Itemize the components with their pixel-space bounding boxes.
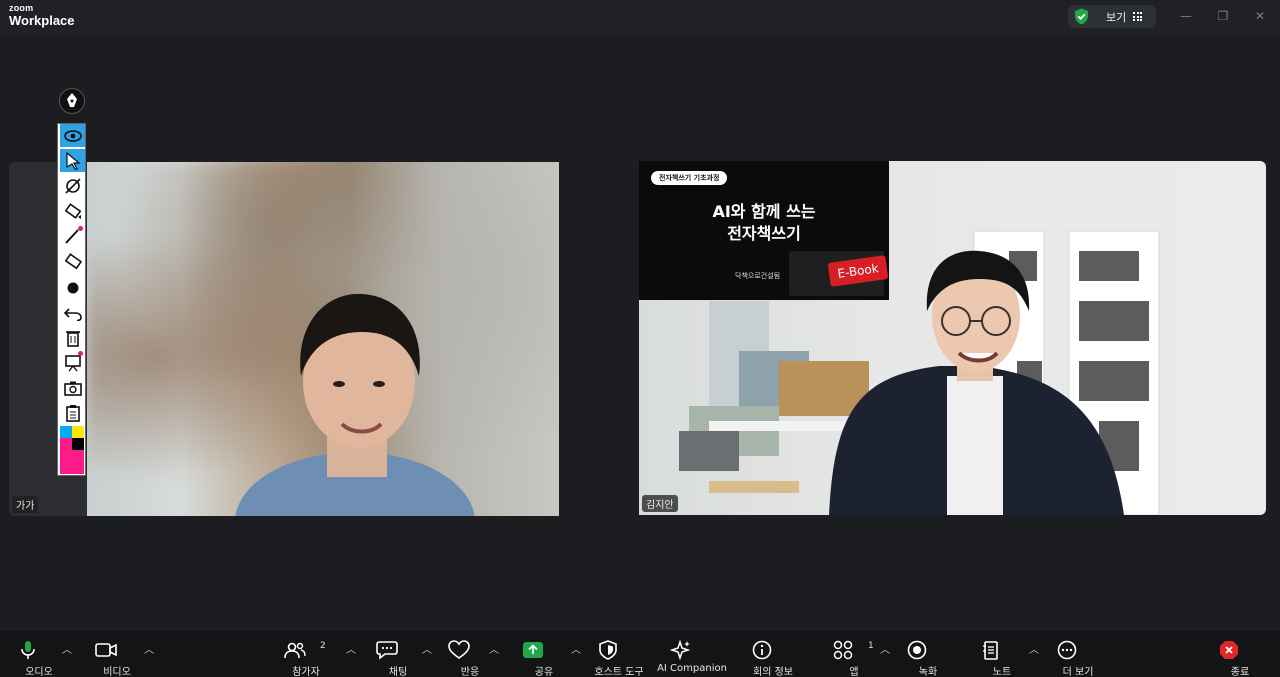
- select-tool[interactable]: [60, 149, 85, 172]
- view-button[interactable]: 보기: [1068, 5, 1156, 28]
- more-icon: [1056, 640, 1078, 660]
- annotation-tools-panel: [57, 123, 86, 476]
- meeting-info-label: 회의 정보: [753, 667, 793, 677]
- restore-button[interactable]: ❐: [1213, 6, 1233, 26]
- end-label: 종료: [1230, 667, 1250, 677]
- arrow-icon: [65, 151, 81, 170]
- video-label: 비디오: [103, 667, 131, 677]
- banner-title-line-2: 전자책쓰기: [727, 224, 801, 243]
- logo-bottom-text: Workplace: [9, 13, 75, 28]
- banner-badge: 전자책쓰기 기초과정: [651, 171, 728, 185]
- vanishing-pen-icon: [64, 177, 81, 194]
- chat-icon: [376, 640, 398, 660]
- zoom-window: zoom Workplace 보기 — ❐ ✕ 가가 전자책쓰기 기초과정 AI…: [0, 0, 1280, 677]
- clipboard-tool[interactable]: [60, 401, 85, 424]
- fountain-pen-icon: [67, 93, 77, 107]
- banner-subtitle: 닥책으로건설됨: [735, 272, 781, 280]
- reactions-label: 반응: [460, 667, 480, 677]
- video-tile-participant-1[interactable]: 가가: [9, 162, 559, 516]
- video-camera-icon: [95, 640, 117, 660]
- eraser-icon: [64, 252, 82, 269]
- stamp-icon: [64, 202, 81, 219]
- active-color-dot: [78, 226, 83, 231]
- banner-title-line-1: AI와 함께 쓰는: [712, 202, 816, 221]
- notes-label: 노트: [992, 667, 1012, 677]
- minimize-button[interactable]: —: [1176, 6, 1196, 26]
- clear-tool[interactable]: [60, 326, 85, 349]
- present-indicator-dot: [78, 351, 83, 356]
- eraser-tool[interactable]: [60, 249, 85, 272]
- participant-name-tag: 김지안: [642, 495, 678, 512]
- host-tools-label: 호스트 도구: [594, 667, 644, 677]
- trash-icon: [65, 330, 80, 347]
- audio-options-chevron-icon[interactable]: ︿: [62, 641, 72, 656]
- meeting-controls-bar: 오디오 ︿ 비디오 ︿ 참가자 2 ︿ 채팅 ︿ 반응 ︿ 공유 ︿ 호스트 도…: [0, 631, 1280, 677]
- easel-icon: [64, 354, 81, 371]
- undo-icon: [63, 307, 82, 321]
- logo-top-text: zoom: [9, 3, 34, 13]
- apps-count: 1: [868, 641, 874, 651]
- color-swatch-yellow[interactable]: [72, 426, 84, 438]
- microphone-icon: [17, 640, 39, 660]
- clipboard-icon: [65, 404, 80, 422]
- heart-icon: [448, 640, 470, 660]
- current-color-swatch[interactable]: [60, 450, 84, 474]
- grid-icon: [1133, 12, 1142, 21]
- participants-count: 2: [320, 641, 326, 651]
- eye-icon: [63, 129, 82, 142]
- notes-options-chevron-icon[interactable]: ︿: [1029, 641, 1039, 656]
- close-window-button[interactable]: ✕: [1250, 6, 1270, 26]
- audio-label: 오디오: [25, 667, 53, 677]
- shield-check-icon: [1075, 8, 1088, 25]
- share-screen-icon: [522, 640, 544, 660]
- record-icon: [906, 640, 928, 660]
- participants-options-chevron-icon[interactable]: ︿: [346, 641, 356, 656]
- stamp-tool[interactable]: [60, 199, 85, 222]
- video-tile-participant-2[interactable]: 전자책쓰기 기초과정 AI와 함께 쓰는 전자책쓰기 닥책으로건설됨 E-Boo…: [639, 161, 1266, 515]
- apps-icon: [832, 640, 854, 660]
- save-tool[interactable]: [60, 376, 85, 399]
- participants-label: 참가자: [292, 667, 320, 677]
- format-tool[interactable]: [60, 276, 85, 299]
- course-banner-image: 전자책쓰기 기초과정 AI와 함께 쓰는 전자책쓰기 닥책으로건설됨 E-Boo…: [639, 161, 889, 300]
- reactions-options-chevron-icon[interactable]: ︿: [489, 641, 499, 656]
- share-label: 공유: [534, 667, 554, 677]
- chat-label: 채팅: [388, 667, 408, 677]
- participants-icon: [284, 640, 306, 660]
- zoom-workplace-logo: zoom Workplace: [9, 3, 75, 28]
- vanishing-pen-tool[interactable]: [60, 174, 85, 197]
- ai-companion-label: AI Companion: [657, 663, 727, 674]
- chat-options-chevron-icon[interactable]: ︿: [422, 641, 432, 656]
- participant-name-tag: 가가: [12, 496, 39, 513]
- share-options-chevron-icon[interactable]: ︿: [571, 641, 581, 656]
- camera-icon: [63, 381, 82, 396]
- sparkle-icon: [670, 640, 692, 660]
- apps-options-chevron-icon[interactable]: ︿: [880, 641, 890, 656]
- color-swatch-black[interactable]: [72, 438, 84, 450]
- annotation-pen-icon[interactable]: [59, 88, 85, 114]
- info-icon: [751, 640, 773, 660]
- spotlight-tool[interactable]: [60, 124, 85, 147]
- title-bar: zoom Workplace 보기 — ❐ ✕: [0, 0, 1280, 36]
- participant-video-person: [235, 293, 475, 516]
- undo-tool[interactable]: [60, 301, 85, 324]
- color-swatch-magenta[interactable]: [60, 438, 72, 450]
- end-icon: [1218, 640, 1240, 660]
- shield-icon: [597, 640, 619, 660]
- video-options-chevron-icon[interactable]: ︿: [144, 641, 154, 656]
- apps-label: 앱: [849, 667, 859, 677]
- more-label: 더 보기: [1062, 667, 1094, 677]
- record-label: 녹화: [918, 667, 938, 677]
- view-label: 보기: [1106, 11, 1127, 24]
- dot-icon: [67, 282, 78, 293]
- notes-icon: [980, 640, 1002, 660]
- banner-title: AI와 함께 쓰는 전자책쓰기: [639, 201, 889, 245]
- color-swatch-cyan[interactable]: [60, 426, 72, 438]
